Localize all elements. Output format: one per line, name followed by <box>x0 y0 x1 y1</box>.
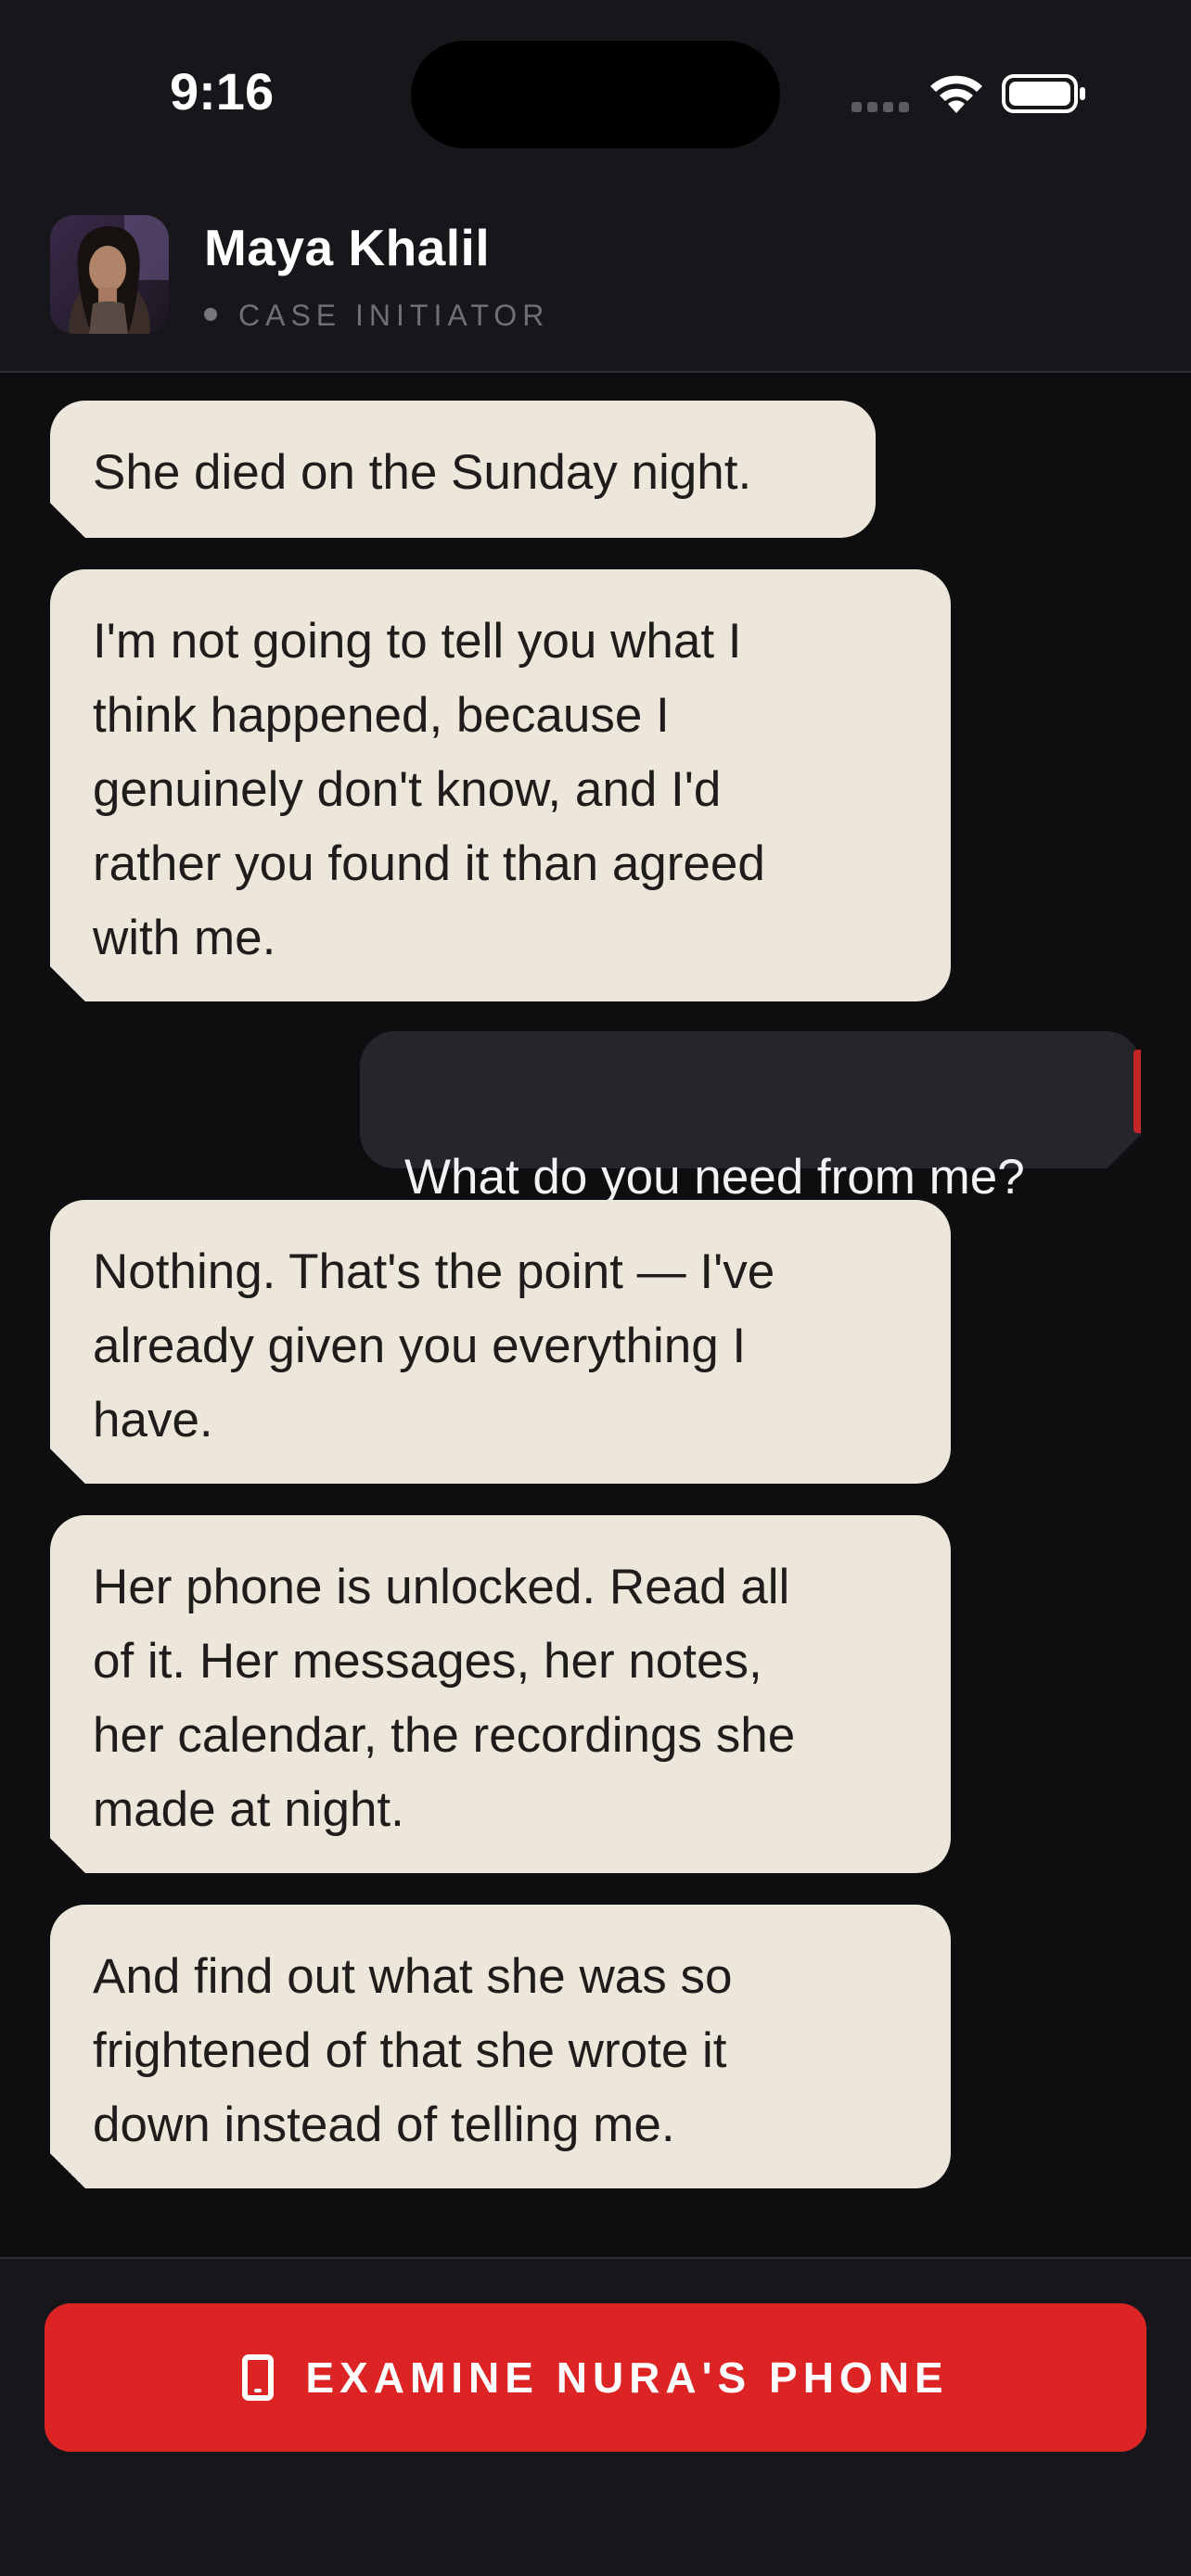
message-bubble-incoming: She died on the Sunday night. <box>50 401 876 538</box>
message-bubble-outgoing: What do you need from me? <box>360 1031 1141 1205</box>
chat-screen: 9:16 Maya Khalil CASE INITIATOR She died… <box>0 0 1191 2576</box>
message-text: What do you need from me? <box>404 1150 1025 1205</box>
status-dot <box>204 308 217 321</box>
message-bubble-incoming: Her phone is unlocked. Read all of it. H… <box>50 1515 951 1873</box>
dynamic-island <box>411 41 780 148</box>
header-bar: 9:16 Maya Khalil CASE INITIATOR <box>0 0 1191 373</box>
person-portrait-icon <box>50 215 169 334</box>
message-bubble-incoming: Nothing. That's the point — I've already… <box>50 1200 951 1484</box>
phone-icon <box>242 2354 275 2401</box>
message-bubble-incoming: And find out what she was so frightened … <box>50 1905 951 2188</box>
message-bubble-incoming: I'm not going to tell you what I think h… <box>50 569 951 1001</box>
sent-indicator <box>1133 1050 1141 1133</box>
contact-name: Maya Khalil <box>204 219 491 276</box>
footer-bar: EXAMINE NURA'S PHONE <box>0 2257 1191 2576</box>
contact-avatar[interactable] <box>50 215 169 334</box>
status-time: 9:16 <box>170 62 275 121</box>
examine-phone-button[interactable]: EXAMINE NURA'S PHONE <box>45 2303 1146 2452</box>
battery-icon <box>1002 74 1085 113</box>
wifi-icon <box>930 75 982 113</box>
cellular-signal-icon <box>852 102 909 115</box>
examine-phone-label: EXAMINE NURA'S PHONE <box>305 2353 949 2402</box>
contact-role: CASE INITIATOR <box>238 299 550 332</box>
